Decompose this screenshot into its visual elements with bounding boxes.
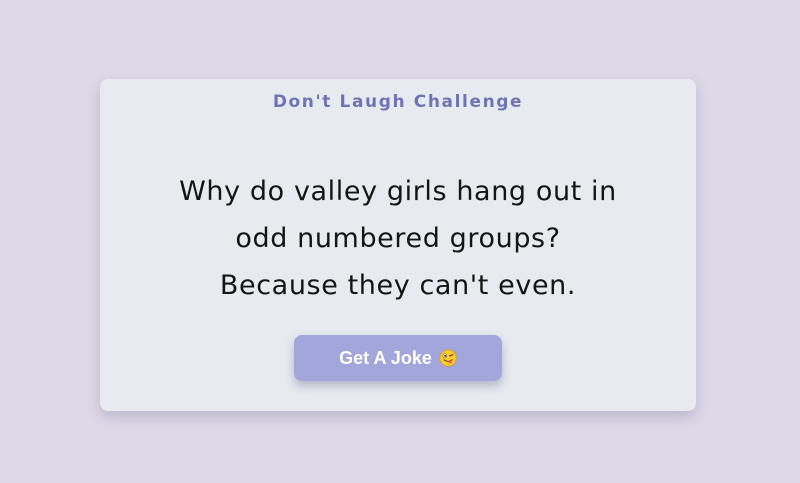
- winking-tongue-emoji-icon: [439, 349, 457, 367]
- joke-line: Because they can't even.: [219, 270, 577, 301]
- joke-line: Why do valley girls hang out in: [179, 176, 617, 207]
- joke-line: odd numbered groups?: [235, 223, 561, 254]
- joke-text: Why do valley girls hang out in odd numb…: [140, 168, 656, 309]
- get-joke-button-label: Get A Joke: [339, 347, 432, 368]
- get-joke-button[interactable]: Get A Joke: [294, 335, 502, 381]
- card-title: Don't Laugh Challenge: [272, 92, 524, 112]
- joke-card: Don't Laugh Challenge Why do valley girl…: [100, 79, 696, 411]
